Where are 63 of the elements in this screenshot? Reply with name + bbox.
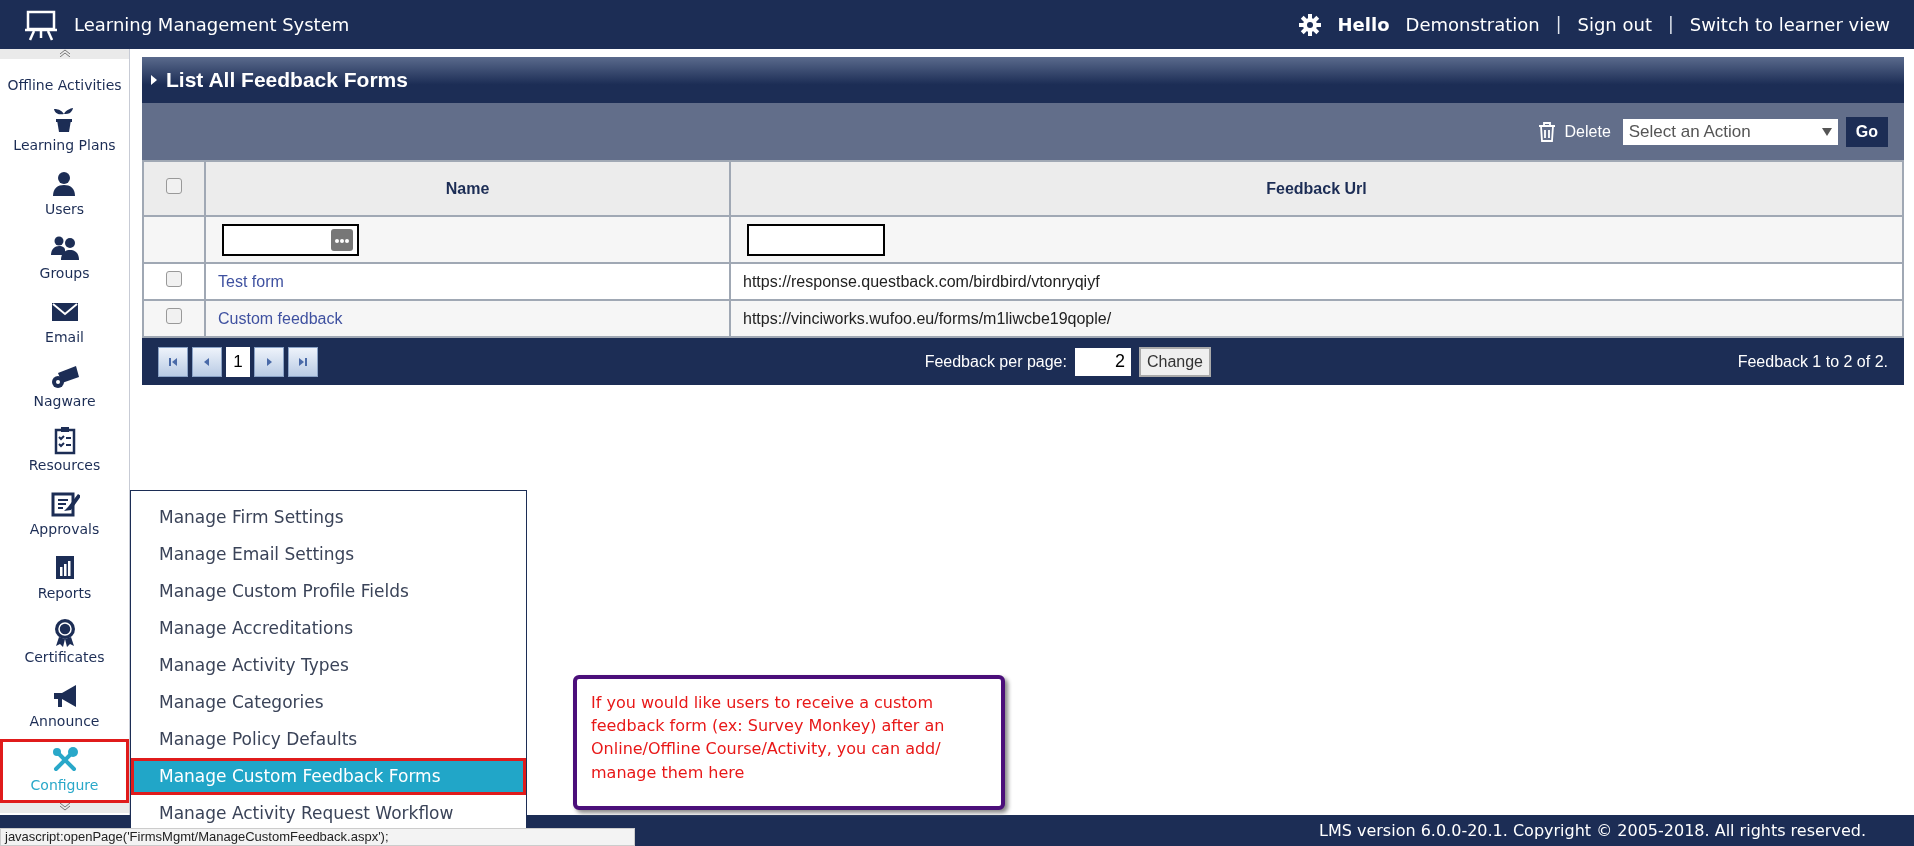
dropdown-arrow-icon: [1821, 127, 1832, 136]
sidebar-item[interactable]: Nagware: [0, 355, 129, 419]
sidebar-item[interactable]: Users: [0, 163, 129, 227]
form-name-link[interactable]: Custom feedback: [218, 309, 343, 327]
last-page-icon: [297, 356, 309, 369]
pager-button[interactable]: [288, 346, 318, 377]
panel-title: List All Feedback Forms: [166, 67, 408, 94]
scroll-down-icon: [58, 803, 71, 811]
separator-text: |: [1555, 12, 1562, 36]
first-page-icon: [167, 356, 179, 369]
pager-button[interactable]: [158, 346, 188, 377]
filter-field[interactable]: [222, 223, 359, 256]
sidebar-item[interactable]: Reports: [0, 547, 129, 611]
scroll-up-icon: [58, 49, 71, 57]
per-page-label: Feedback per page:: [924, 351, 1067, 372]
pager-summary: Feedback 1 to 2 of 2.: [1737, 351, 1888, 372]
header-link[interactable]: Switch to learner view: [1689, 11, 1890, 38]
caret-icon: [150, 74, 158, 86]
sidebar-item[interactable]: Offline Activities: [0, 59, 129, 99]
sidebar-item[interactable]: Groups: [0, 227, 129, 291]
checkbox[interactable]: [166, 177, 182, 194]
per-page-field[interactable]: 2: [1074, 347, 1131, 376]
app-title: Learning Management System: [74, 13, 350, 37]
menu-item[interactable]: Manage Categories: [131, 684, 526, 721]
presentation-board-icon: [24, 8, 58, 41]
filter-field[interactable]: [747, 223, 885, 256]
menu-item[interactable]: Manage Accreditations: [131, 610, 526, 647]
sidebar-item[interactable]: Learning Plans: [0, 99, 129, 163]
column-header: Name: [445, 179, 490, 197]
greeting-text: Hello: [1337, 13, 1390, 37]
pager-button[interactable]: [192, 346, 222, 377]
sidebar-item[interactable]: Certificates: [0, 611, 129, 675]
separator-text: |: [1668, 12, 1674, 36]
change-button[interactable]: Change: [1138, 346, 1211, 377]
menu-item[interactable]: Manage Custom Profile Fields: [131, 573, 526, 610]
form-name-link[interactable]: Test form: [218, 272, 284, 290]
trash-icon[interactable]: [1536, 120, 1557, 143]
delete-label: Delete: [1564, 121, 1611, 142]
sidebar-item[interactable]: Approvals: [0, 483, 129, 547]
menu-item[interactable]: Manage Policy Defaults: [131, 721, 526, 758]
pager-button[interactable]: [254, 346, 284, 377]
menu-item[interactable]: Manage Email Settings: [131, 536, 526, 573]
sidebar-item[interactable]: Resources: [0, 419, 129, 483]
page-number: 1: [226, 346, 250, 377]
url-text: https://vinciworks.wufoo.eu/forms/m1liwcbe19qople/: [743, 309, 1112, 327]
sidebar-item[interactable]: Announce: [0, 675, 129, 739]
settings-icon: [1297, 12, 1322, 37]
menu-item[interactable]: Manage Activity Types: [131, 647, 526, 684]
url-text: https://response.questback.com/birdbird/vtonryqiyf: [743, 272, 1100, 290]
status-bar-text: javascript:openPage('FirmsMgmt/ManageCustomFeedback.aspx');: [0, 828, 635, 846]
go-button[interactable]: Go: [1845, 116, 1888, 147]
checkbox[interactable]: [165, 307, 182, 324]
callout-note: If you would like users to receive a custom feedback form (ex: Survey Monkey) after an Online/Offline Course/Activity, you can add/ manage them here: [573, 675, 1005, 810]
copyright-text: LMS version 6.0.0-20.1. Copyright © 2005-2018. All rights reserved.: [1319, 819, 1866, 842]
header-link[interactable]: Demonstration: [1405, 11, 1540, 38]
sidebar-item[interactable]: Email: [0, 291, 129, 355]
ellipsis-icon: [334, 238, 350, 245]
more-button[interactable]: [331, 228, 353, 251]
header-link[interactable]: Sign out: [1577, 11, 1652, 38]
action-select[interactable]: Select an Action: [1622, 118, 1838, 145]
checkbox[interactable]: [165, 270, 182, 287]
menu-item[interactable]: Manage Firm Settings: [131, 499, 526, 536]
column-header: Feedback Url: [1266, 179, 1367, 197]
